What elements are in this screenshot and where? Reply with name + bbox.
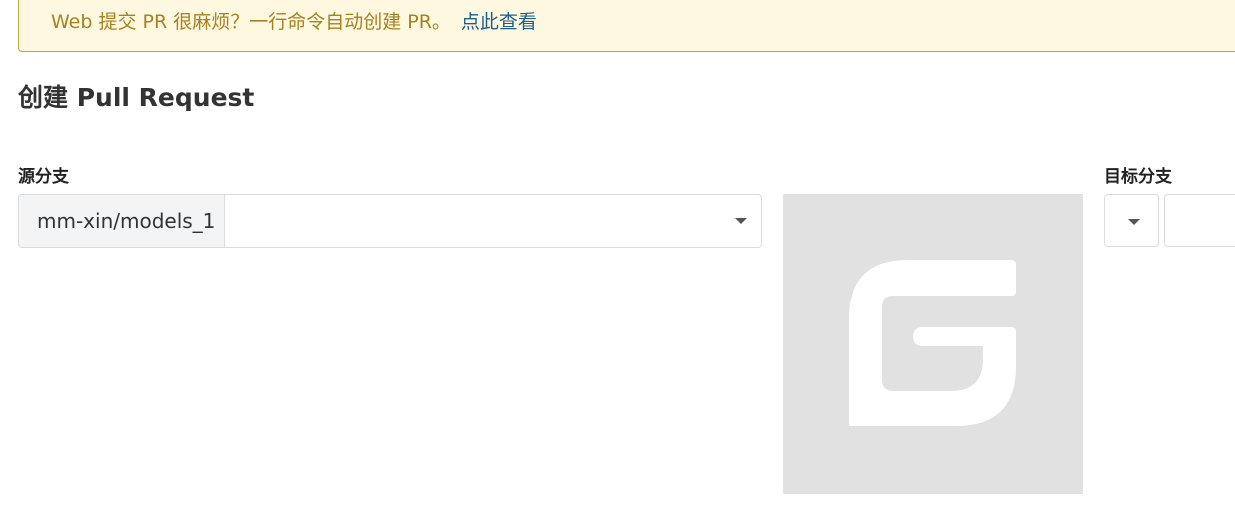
source-branch-select[interactable]: mm-xin/models_1	[18, 194, 762, 248]
target-branch-label: 目标分支	[1104, 167, 1172, 187]
page-title: 创建 Pull Request	[18, 83, 255, 112]
cli-tip-banner: Web 提交 PR 很麻烦？一行命令自动创建 PR。 点此查看	[18, 0, 1235, 52]
banner-text: Web 提交 PR 很麻烦？一行命令自动创建 PR。	[51, 11, 451, 33]
caret-down-icon	[735, 218, 747, 224]
target-repo-select[interactable]	[1104, 194, 1159, 247]
banner-message: Web 提交 PR 很麻烦？一行命令自动创建 PR。 点此查看	[51, 7, 537, 34]
source-branch-label: 源分支	[18, 167, 69, 187]
gitee-logo-icon	[783, 194, 1083, 494]
banner-view-link[interactable]: 点此查看	[461, 11, 537, 33]
source-repo-name: mm-xin/models_1	[19, 195, 225, 247]
gitee-logo-svg	[849, 260, 1016, 426]
caret-down-icon	[1128, 219, 1140, 225]
target-branch-select[interactable]	[1164, 194, 1235, 247]
